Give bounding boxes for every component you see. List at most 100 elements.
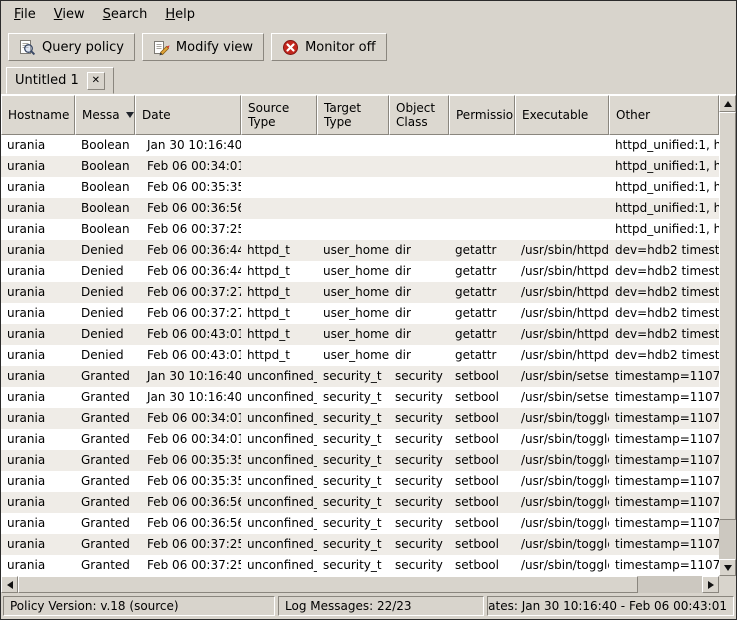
table-row[interactable]: uraniaGrantedFeb 06 00:37:25unconfined_s… [1, 534, 719, 555]
table-row[interactable]: uraniaDeniedFeb 06 00:37:27httpd_tuser_h… [1, 303, 719, 324]
tab-close-button[interactable]: ✕ [87, 72, 105, 90]
cell-object-class: dir [389, 261, 449, 282]
modify-view-button[interactable]: Modify view [142, 33, 264, 61]
cell-source-type: unconfined_ [241, 492, 317, 513]
cell-hostname: urania [1, 534, 75, 555]
query-policy-button[interactable]: Query policy [8, 33, 135, 61]
table-row[interactable]: uraniaGrantedFeb 06 00:34:01unconfined_s… [1, 429, 719, 450]
column-header-object-class[interactable]: Object Class [389, 95, 449, 135]
cell-hostname: urania [1, 219, 75, 240]
cell-other: timestamp=11071 [609, 387, 719, 408]
table-row[interactable]: uraniaDeniedFeb 06 00:43:01httpd_tuser_h… [1, 324, 719, 345]
table-row[interactable]: uraniaGrantedFeb 06 00:36:56unconfined_s… [1, 513, 719, 534]
table-row[interactable]: uraniaGrantedFeb 06 00:34:01unconfined_s… [1, 408, 719, 429]
horizontal-scroll-track[interactable] [18, 576, 702, 593]
horizontal-scrollbar[interactable] [1, 576, 719, 593]
table-main: Hostname Messa Date Source Type Target T… [1, 95, 719, 593]
horizontal-scroll-thumb[interactable] [18, 576, 638, 593]
table-row[interactable]: uraniaDeniedFeb 06 00:37:27httpd_tuser_h… [1, 282, 719, 303]
cell-executable: /usr/sbin/toggle [515, 492, 609, 513]
cell-message: Denied [75, 324, 135, 345]
column-header-hostname[interactable]: Hostname [1, 95, 75, 135]
column-header-executable[interactable]: Executable [515, 95, 609, 135]
cell-object-class: security [389, 450, 449, 471]
table-row[interactable]: uraniaGrantedFeb 06 00:35:35unconfined_s… [1, 450, 719, 471]
table-row[interactable]: uraniaBooleanFeb 06 00:35:35httpd_unifie… [1, 177, 719, 198]
cell-object-class: dir [389, 303, 449, 324]
cell-date: Feb 06 00:35:35 [135, 177, 241, 198]
table-row[interactable]: uraniaDeniedFeb 06 00:43:01httpd_tuser_h… [1, 345, 719, 366]
cell-object-class: dir [389, 345, 449, 366]
vertical-scrollbar[interactable] [719, 95, 736, 576]
cell-executable: /usr/sbin/httpd [515, 303, 609, 324]
cell-other: timestamp=11076 [609, 555, 719, 576]
cell-permission: getattr [449, 240, 515, 261]
menu-search[interactable]: Search [94, 3, 157, 26]
tabbar: Untitled 1 ✕ [1, 67, 736, 94]
cell-hostname: urania [1, 471, 75, 492]
column-header-source-type[interactable]: Source Type [241, 95, 317, 135]
cell-other: timestamp=11076 [609, 408, 719, 429]
log-table: Hostname Messa Date Source Type Target T… [1, 94, 736, 593]
scroll-up-button[interactable] [719, 95, 736, 112]
column-header-target-type[interactable]: Target Type [317, 95, 389, 135]
cell-executable: /usr/sbin/toggle [515, 429, 609, 450]
table-body: uraniaBooleanJan 30 10:16:40httpd_unifie… [1, 135, 719, 576]
cell-other: timestamp=11076 [609, 513, 719, 534]
table-row[interactable]: uraniaDeniedFeb 06 00:36:44httpd_tuser_h… [1, 240, 719, 261]
cell-other: dev=hdb2 timesta [609, 261, 719, 282]
cell-message: Granted [75, 387, 135, 408]
table-row[interactable]: uraniaGrantedFeb 06 00:36:56unconfined_s… [1, 492, 719, 513]
scroll-left-button[interactable] [1, 576, 18, 593]
cell-hostname: urania [1, 345, 75, 366]
column-header-date[interactable]: Date [135, 95, 241, 135]
cell-permission: setbool [449, 555, 515, 576]
cell-other: httpd_unified:1, ht [609, 156, 719, 177]
scroll-right-button[interactable] [702, 576, 719, 593]
cell-other: timestamp=11076 [609, 450, 719, 471]
column-header-permission[interactable]: Permission [449, 95, 515, 135]
table-row[interactable]: uraniaDeniedFeb 06 00:36:44httpd_tuser_h… [1, 261, 719, 282]
cell-permission: getattr [449, 261, 515, 282]
cell-executable [515, 135, 609, 156]
monitor-off-button[interactable]: Monitor off [271, 33, 386, 61]
table-row[interactable]: uraniaGrantedFeb 06 00:37:25unconfined_s… [1, 555, 719, 576]
cell-other: timestamp=11076 [609, 534, 719, 555]
vertical-scroll-thumb[interactable] [719, 112, 736, 520]
scroll-down-button[interactable] [719, 559, 736, 576]
cell-other: dev=hdb2 timesta [609, 345, 719, 366]
cell-hostname: urania [1, 450, 75, 471]
cell-hostname: urania [1, 492, 75, 513]
cell-object-class: security [389, 471, 449, 492]
column-header-message[interactable]: Messa [75, 95, 135, 135]
table-row[interactable]: uraniaBooleanFeb 06 00:34:01httpd_unifie… [1, 156, 719, 177]
cell-permission: getattr [449, 345, 515, 366]
column-header-other[interactable]: Other [609, 95, 719, 135]
tab-untitled-1[interactable]: Untitled 1 ✕ [6, 67, 114, 94]
cell-hostname: urania [1, 555, 75, 576]
vertical-scroll-track[interactable] [719, 112, 736, 559]
menu-view[interactable]: View [45, 3, 94, 26]
cell-executable: /usr/sbin/httpd [515, 345, 609, 366]
table-row[interactable]: uraniaBooleanFeb 06 00:37:25httpd_unifie… [1, 219, 719, 240]
cell-other: timestamp=11076 [609, 429, 719, 450]
table-row[interactable]: uraniaGrantedJan 30 10:16:40unconfined_s… [1, 366, 719, 387]
cell-hostname: urania [1, 429, 75, 450]
cell-executable: /usr/sbin/toggle [515, 450, 609, 471]
cell-message: Granted [75, 555, 135, 576]
table-row[interactable]: uraniaBooleanFeb 06 00:36:56httpd_unifie… [1, 198, 719, 219]
cell-permission: getattr [449, 303, 515, 324]
table-row[interactable]: uraniaBooleanJan 30 10:16:40httpd_unifie… [1, 135, 719, 156]
cell-object-class: security [389, 387, 449, 408]
menu-help[interactable]: Help [156, 3, 204, 26]
table-row[interactable]: uraniaGrantedJan 30 10:16:40unconfined_s… [1, 387, 719, 408]
cell-message: Denied [75, 345, 135, 366]
cell-hostname: urania [1, 387, 75, 408]
cell-executable: /usr/sbin/httpd [515, 324, 609, 345]
cell-hostname: urania [1, 408, 75, 429]
cell-date: Feb 06 00:34:01 [135, 429, 241, 450]
column-label: Date [142, 108, 171, 122]
table-row[interactable]: uraniaGrantedFeb 06 00:35:35unconfined_s… [1, 471, 719, 492]
menu-file[interactable]: File [5, 3, 45, 26]
status-dates: Dates: Jan 30 10:16:40 - Feb 06 00:43:01 [487, 596, 734, 616]
